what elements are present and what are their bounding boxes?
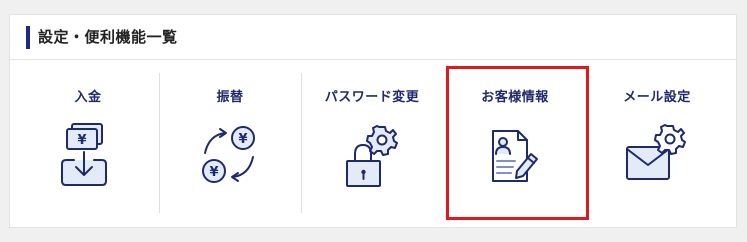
svg-text:¥: ¥ — [77, 133, 86, 148]
menu-item-deposit[interactable]: 入金 ¥ — [17, 73, 159, 213]
menu-item-password-change[interactable]: パスワード変更 — [301, 73, 443, 213]
settings-panel: 設定・便利機能一覧 入金 ¥ 振替 ¥ ¥ パスワード変更 お客様情報 メール設… — [9, 14, 737, 228]
password-change-icon — [346, 125, 398, 187]
menu-label-customer-info: お客様情報 — [481, 90, 549, 105]
transfer-icon: ¥ ¥ — [202, 126, 255, 183]
svg-text:¥: ¥ — [209, 165, 218, 180]
header-accent-bar — [26, 26, 30, 49]
menu-label-mail-settings: メール設定 — [623, 90, 691, 105]
menu-label-password-change: パスワード変更 — [324, 90, 420, 105]
menu-item-customer-info[interactable]: お客様情報 — [444, 73, 586, 213]
deposit-icon: ¥ — [61, 123, 107, 186]
svg-text:¥: ¥ — [238, 132, 247, 147]
menu-label-transfer: 振替 — [216, 90, 244, 105]
menu-item-transfer[interactable]: 振替 ¥ ¥ — [159, 73, 301, 213]
customer-info-icon — [492, 130, 538, 182]
settings-menu: 入金 ¥ 振替 ¥ ¥ パスワード変更 お客様情報 メール設定 — [10, 73, 736, 213]
mail-settings-icon — [626, 124, 686, 180]
menu-label-deposit: 入金 — [74, 90, 102, 105]
panel-header: 設定・便利機能一覧 — [10, 15, 736, 60]
menu-item-mail-settings[interactable]: メール設定 — [586, 73, 728, 213]
panel-title: 設定・便利機能一覧 — [38, 28, 178, 46]
